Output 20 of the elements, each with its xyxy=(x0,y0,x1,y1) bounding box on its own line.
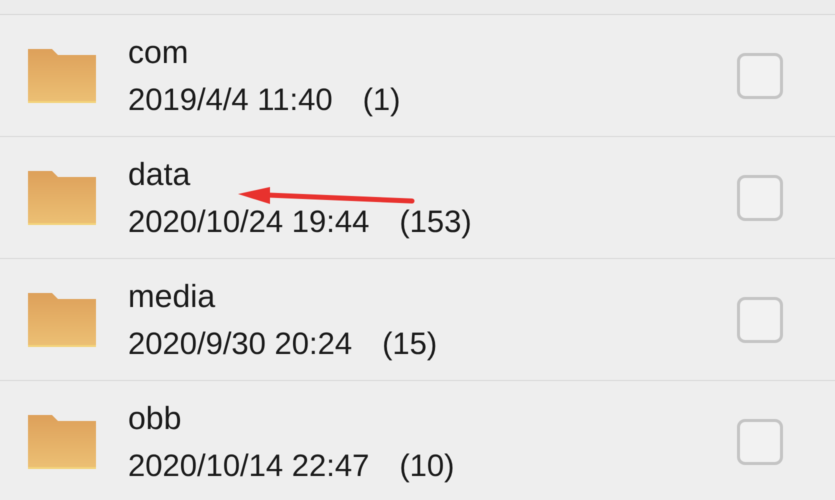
checkbox[interactable] xyxy=(737,52,783,98)
item-count: (1) xyxy=(362,82,400,116)
folder-icon xyxy=(26,412,98,470)
item-count: (10) xyxy=(399,448,454,482)
folder-name: com xyxy=(128,34,188,68)
folder-icon xyxy=(26,168,98,226)
modified-date: 2020/10/14 22:47 xyxy=(128,448,370,482)
item-count: (153) xyxy=(399,204,472,238)
modified-date: 2020/9/30 20:24 xyxy=(128,326,352,360)
item-count: (15) xyxy=(382,326,438,360)
folder-name: data xyxy=(128,156,190,190)
checkbox[interactable] xyxy=(737,296,783,342)
folder-icon xyxy=(26,290,98,348)
checkbox[interactable] xyxy=(737,418,783,464)
checkbox[interactable] xyxy=(737,174,783,220)
modified-date: 2019/4/4 11:40 xyxy=(128,82,333,116)
folder-name: obb xyxy=(128,400,182,434)
modified-date: 2020/10/24 19:44 xyxy=(128,204,370,238)
folder-icon xyxy=(26,46,98,104)
folder-name: media xyxy=(128,278,216,312)
